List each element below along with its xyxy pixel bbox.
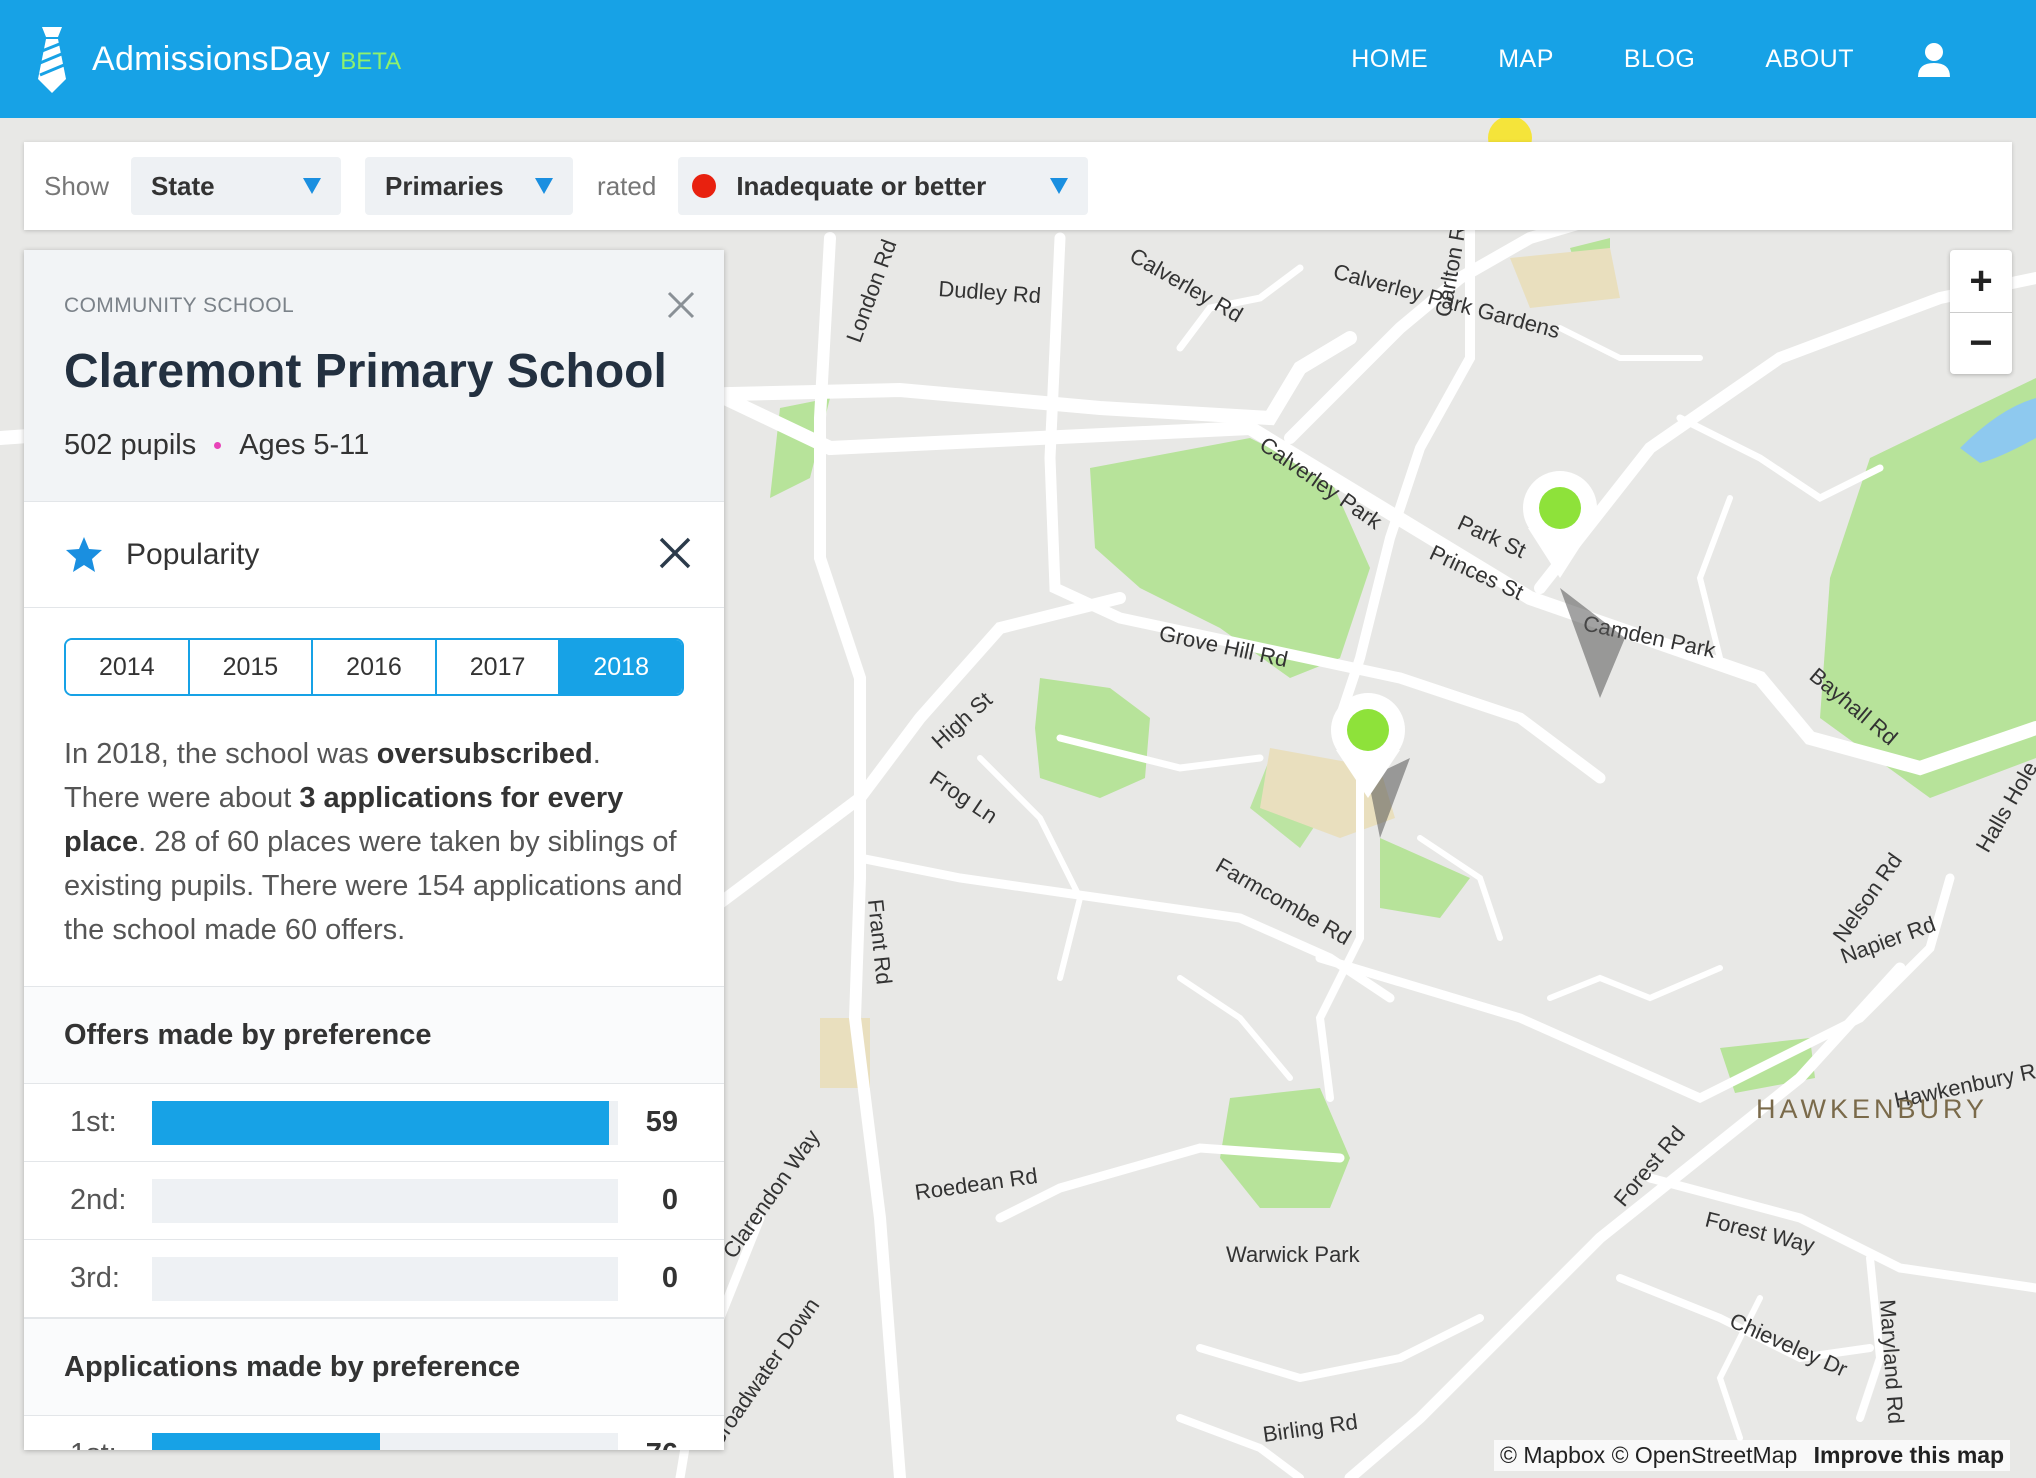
preference-bar-track	[152, 1256, 618, 1301]
year-tab[interactable]: 2017	[436, 640, 561, 694]
preference-row: 3rd: 0	[24, 1240, 724, 1318]
dropdown-arrow-icon	[535, 178, 554, 194]
year-selector: 2014 2015 2016 2017 2018	[64, 638, 684, 696]
preference-row: 2nd: 0	[24, 1162, 724, 1240]
school-header: COMMUNITY SCHOOL Claremont Primary Schoo…	[24, 250, 724, 502]
popularity-description: In 2018, the school was oversubscribed. …	[64, 738, 683, 946]
offers-chart: 1st: 59 2nd: 0 3rd: 0	[24, 1084, 724, 1318]
school-type-value: State	[151, 170, 215, 201]
nav-about[interactable]: ABOUT	[1765, 45, 1854, 74]
applications-title: Applications made by preference	[24, 1318, 724, 1416]
area-label: HAWKENBURY	[1756, 1094, 1988, 1124]
preference-count: 0	[661, 1262, 678, 1294]
brand-name: AdmissionsDay	[92, 39, 331, 78]
popularity-header: Popularity	[24, 502, 724, 608]
phase-select[interactable]: Primaries	[365, 157, 574, 215]
preference-count: 59	[645, 1106, 678, 1138]
school-panel: COMMUNITY SCHOOL Claremont Primary Schoo…	[24, 250, 724, 1450]
year-tab[interactable]: 2015	[189, 640, 314, 694]
preference-label: 1st:	[70, 1438, 152, 1450]
preference-row: 1st: 76	[24, 1416, 724, 1450]
preference-bar-track	[152, 1100, 618, 1145]
rated-label: rated	[597, 170, 657, 201]
filter-bar: Show State Primaries rated Inadequate or…	[24, 142, 2012, 230]
pupil-count: 502 pupils	[64, 429, 197, 461]
road-label: Warwick Park	[1226, 1242, 1361, 1267]
oversubscribed-status: oversubscribed	[376, 738, 593, 770]
school-meta: 502 pupils Ages 5-11	[64, 429, 684, 462]
nav-map[interactable]: MAP	[1498, 45, 1554, 74]
preference-bar-fill	[152, 1100, 609, 1145]
school-type-select[interactable]: State	[131, 157, 342, 215]
nav-blog[interactable]: BLOG	[1624, 45, 1695, 74]
mapbox-link[interactable]: © Mapbox	[1500, 1442, 1605, 1468]
dropdown-arrow-icon	[1050, 178, 1069, 194]
nav-links: HOME MAP BLOG ABOUT	[1281, 0, 1952, 118]
separator-dot-icon	[214, 442, 222, 449]
year-tab[interactable]: 2016	[313, 640, 437, 694]
top-nav: AdmissionsDay BETA HOME MAP BLOG ABOUT	[0, 0, 2036, 118]
preference-count: 76	[646, 1438, 678, 1450]
nav-home[interactable]: HOME	[1351, 45, 1428, 74]
offers-title: Offers made by preference	[24, 986, 724, 1084]
school-type: COMMUNITY SCHOOL	[64, 294, 295, 317]
year-tab[interactable]: 2014	[66, 640, 190, 694]
osm-link[interactable]: © OpenStreetMap	[1612, 1442, 1798, 1468]
preference-label: 1st:	[70, 1106, 117, 1138]
year-tab-active[interactable]: 2018	[560, 640, 682, 694]
user-icon[interactable]	[1916, 41, 1952, 77]
preference-label: 3rd:	[70, 1262, 120, 1294]
preference-bar-fill	[152, 1432, 381, 1450]
applications-chart: 1st: 76	[24, 1416, 724, 1450]
dropdown-arrow-icon	[303, 178, 322, 194]
star-icon	[66, 536, 102, 572]
preference-bar-track	[152, 1178, 618, 1223]
close-panel-icon[interactable]	[666, 290, 696, 320]
age-range: Ages 5-11	[239, 429, 370, 461]
school-name: Claremont Primary School	[64, 345, 667, 398]
rating-select[interactable]: Inadequate or better	[678, 157, 1089, 215]
rating-dot-icon	[692, 174, 717, 198]
zoom-out-button[interactable]: −	[1950, 312, 2012, 374]
popularity-label: Popularity	[126, 537, 260, 571]
rating-value: Inadequate or better	[736, 170, 987, 201]
preference-count: 0	[661, 1184, 678, 1216]
preference-row: 1st: 59	[24, 1084, 724, 1162]
preference-bar-track	[152, 1432, 618, 1450]
show-label: Show	[44, 170, 110, 201]
beta-badge: BETA	[340, 48, 402, 75]
tie-logo-icon	[38, 27, 66, 93]
phase-value: Primaries	[385, 170, 504, 201]
improve-map-link[interactable]: Improve this map	[1814, 1442, 2004, 1468]
close-section-icon[interactable]	[658, 536, 692, 570]
map-attribution: © Mapbox © OpenStreetMap Improve this ma…	[1494, 1440, 2011, 1471]
preference-label: 2nd:	[70, 1184, 127, 1216]
zoom-controls: + −	[1950, 250, 2012, 374]
brand[interactable]: AdmissionsDay BETA	[32, 23, 401, 95]
zoom-in-button[interactable]: +	[1950, 250, 2012, 312]
